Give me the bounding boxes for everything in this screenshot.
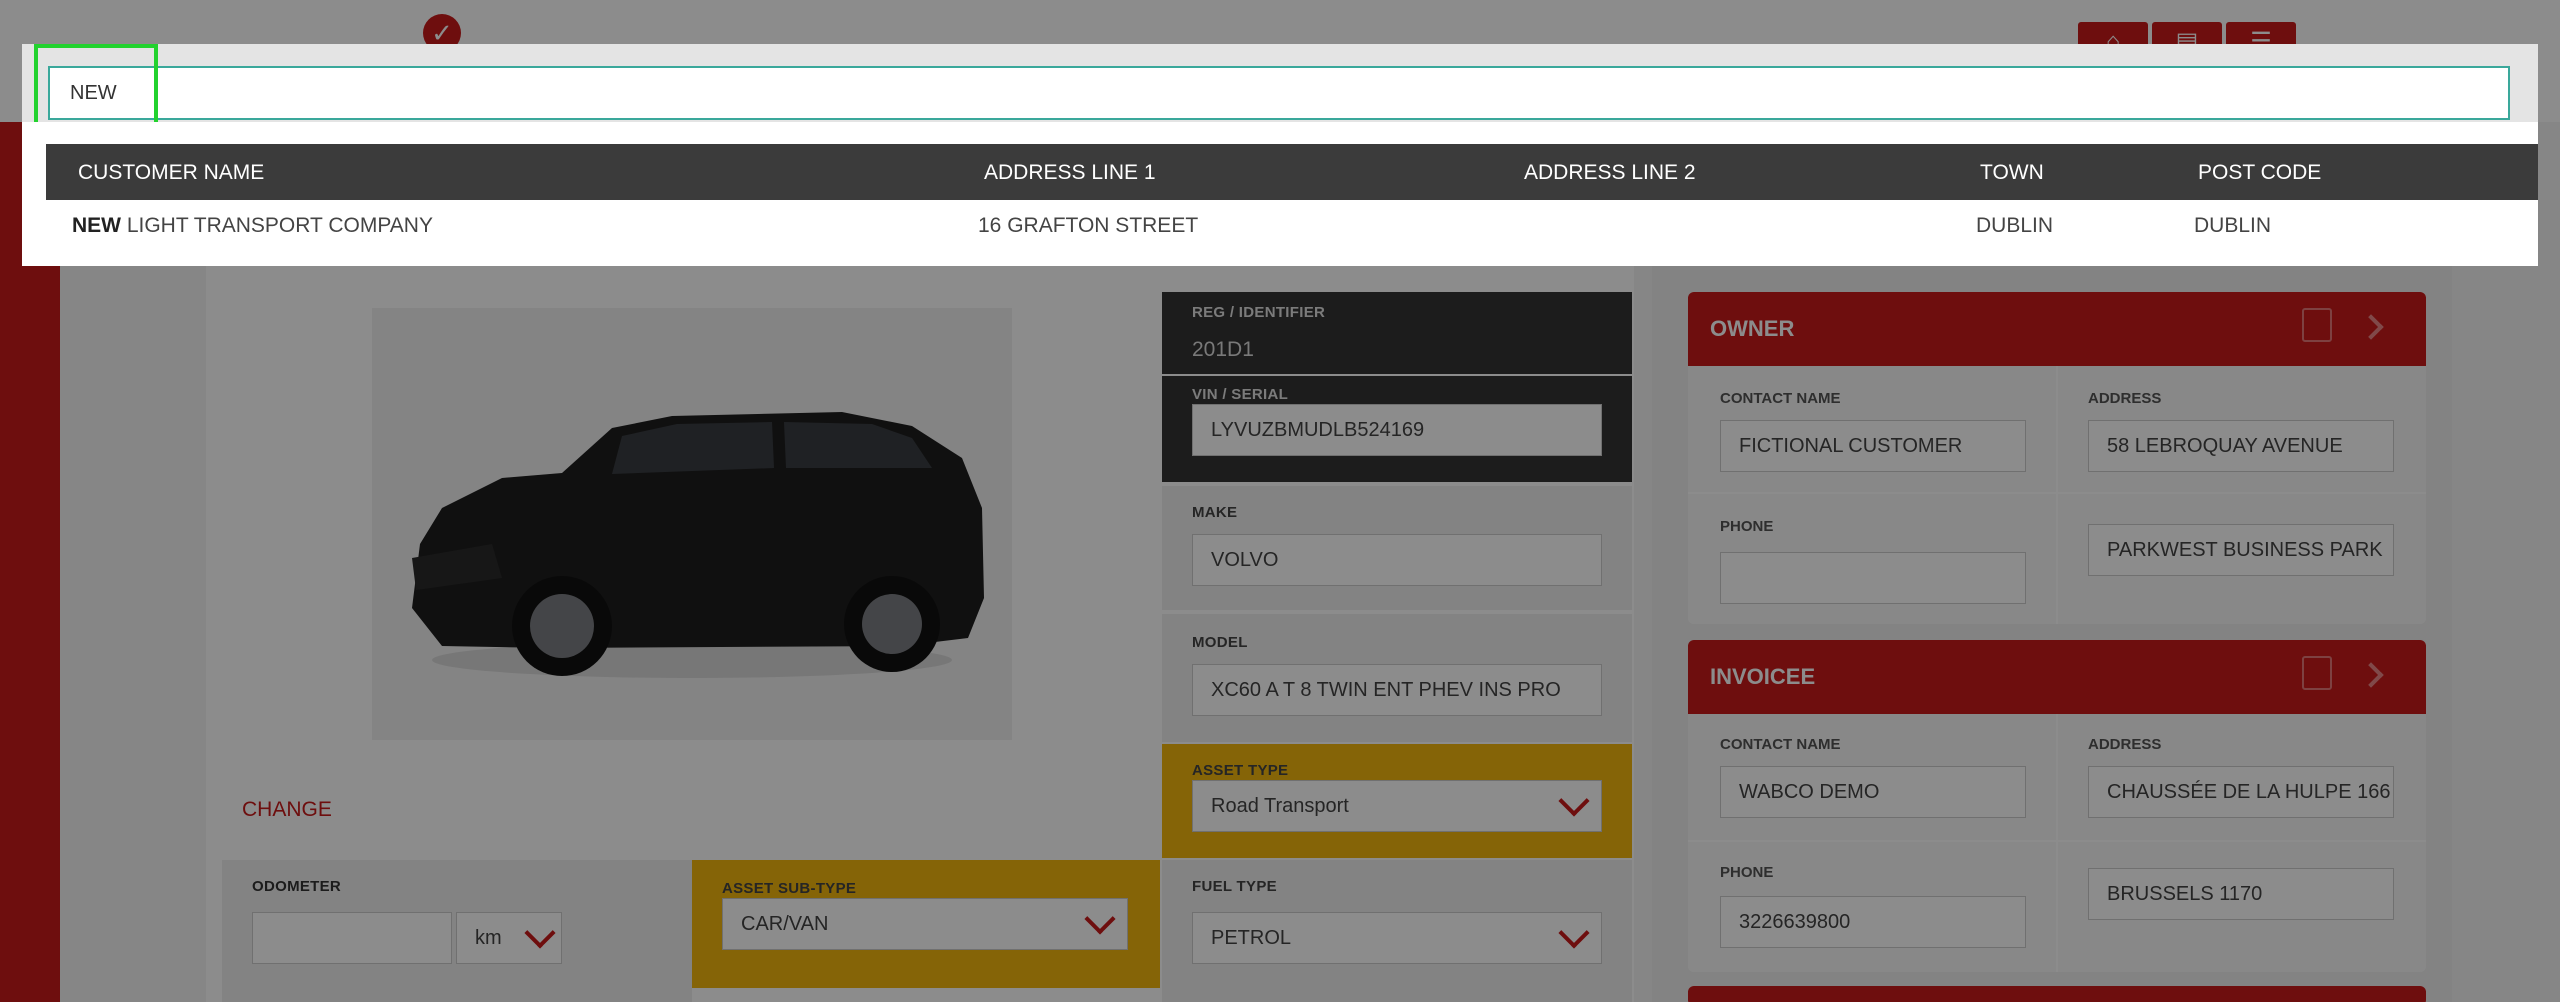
column-town: TOWN [1980,161,2044,184]
column-address-line-2: ADDRESS LINE 2 [1524,161,1696,184]
table-row[interactable]: NEW LIGHT TRANSPORT COMPANY 16 GRAFTON S… [46,200,2538,254]
match-highlight: NEW [72,214,121,237]
result-town: DUBLIN [1976,214,2054,237]
result-address-line-1: 16 GRAFTON STREET [978,214,1199,237]
search-results: CUSTOMER NAME ADDRESS LINE 1 ADDRESS LIN… [22,122,2538,266]
result-customer-name: NEW LIGHT TRANSPORT COMPANY [72,214,433,238]
result-post-code: DUBLIN [2194,214,2272,237]
customer-search-input[interactable] [48,66,2510,120]
result-name-rest: LIGHT TRANSPORT COMPANY [121,214,433,237]
column-customer-name: CUSTOMER NAME [78,161,265,184]
results-header-row: CUSTOMER NAME ADDRESS LINE 1 ADDRESS LIN… [46,144,2538,200]
column-post-code: POST CODE [2198,161,2322,184]
column-address-line-1: ADDRESS LINE 1 [984,161,1156,184]
